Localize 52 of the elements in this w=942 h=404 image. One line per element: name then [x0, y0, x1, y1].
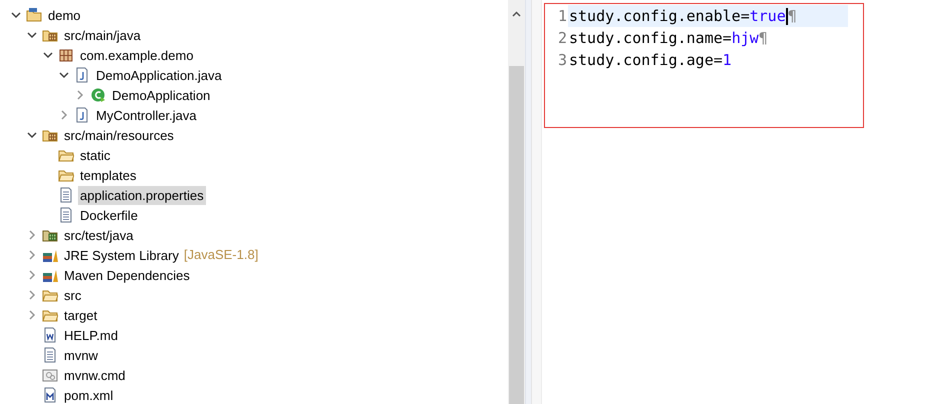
package-icon	[58, 47, 74, 63]
document-icon	[42, 327, 58, 343]
tree-item[interactable]: demo	[46, 6, 83, 24]
chevron-right-icon[interactable]	[28, 230, 36, 240]
tree-item[interactable]: Maven Dependencies	[62, 266, 192, 284]
document-icon	[74, 107, 90, 123]
tree-item[interactable]: com.example.demo	[78, 46, 196, 64]
gears-icon	[42, 367, 58, 383]
line-number: 3	[556, 50, 568, 71]
document-icon	[58, 207, 74, 223]
tree-item[interactable]: src/test/java	[62, 226, 136, 244]
tree-item[interactable]: mvnw.cmd	[62, 366, 128, 384]
scroll-thumb[interactable]	[509, 66, 524, 404]
document-icon	[74, 67, 90, 83]
chevron-down-icon[interactable]	[43, 52, 53, 58]
chevron-down-icon[interactable]	[27, 132, 37, 138]
chevron-down-icon[interactable]	[59, 72, 69, 78]
tree-item[interactable]: DemoApplication.java	[94, 66, 224, 84]
tree-item[interactable]: static	[78, 146, 112, 164]
chevron-right-icon[interactable]	[76, 90, 84, 100]
chevron-right-icon[interactable]	[28, 290, 36, 300]
chevron-right-icon[interactable]	[60, 110, 68, 120]
class-icon	[90, 87, 106, 103]
tree-item[interactable]: src/main/java	[62, 26, 143, 44]
line-number: 2	[556, 28, 568, 49]
tree-item[interactable]: mvnw	[62, 346, 100, 364]
chevron-down-icon[interactable]	[27, 32, 37, 38]
scroll-up-icon[interactable]	[512, 11, 521, 17]
tree-item[interactable]: DemoApplication	[110, 86, 212, 104]
document-icon	[58, 187, 74, 203]
tree-item[interactable]: pom.xml	[62, 386, 116, 404]
tree-item[interactable]: JRE System Library	[62, 246, 181, 264]
tree-item[interactable]: application.properties	[78, 186, 206, 204]
code-line: study.config.name=hjw¶	[568, 28, 768, 49]
code-line: study.config.age=1	[568, 50, 732, 71]
document-icon	[42, 347, 58, 363]
folder-icon	[26, 7, 42, 23]
line-number: 1	[556, 6, 568, 27]
chevron-right-icon[interactable]	[28, 270, 36, 280]
tree-item[interactable]: HELP.md	[62, 326, 120, 344]
tree-item[interactable]: src	[62, 286, 84, 304]
tree-item[interactable]: src/main/resources	[62, 126, 176, 144]
chevron-right-icon[interactable]	[28, 250, 36, 260]
tree-item-decoration: [JavaSE-1.8]	[184, 246, 258, 264]
chevron-down-icon[interactable]	[11, 12, 21, 18]
tree-item[interactable]: templates	[78, 166, 138, 184]
tree-item[interactable]: target	[62, 306, 100, 324]
scrollbar[interactable]	[508, 0, 525, 404]
chevron-right-icon[interactable]	[28, 310, 36, 320]
document-icon	[42, 387, 58, 403]
tree-item[interactable]: Dockerfile	[78, 206, 140, 224]
tree-item[interactable]: MyController.java	[94, 106, 198, 124]
